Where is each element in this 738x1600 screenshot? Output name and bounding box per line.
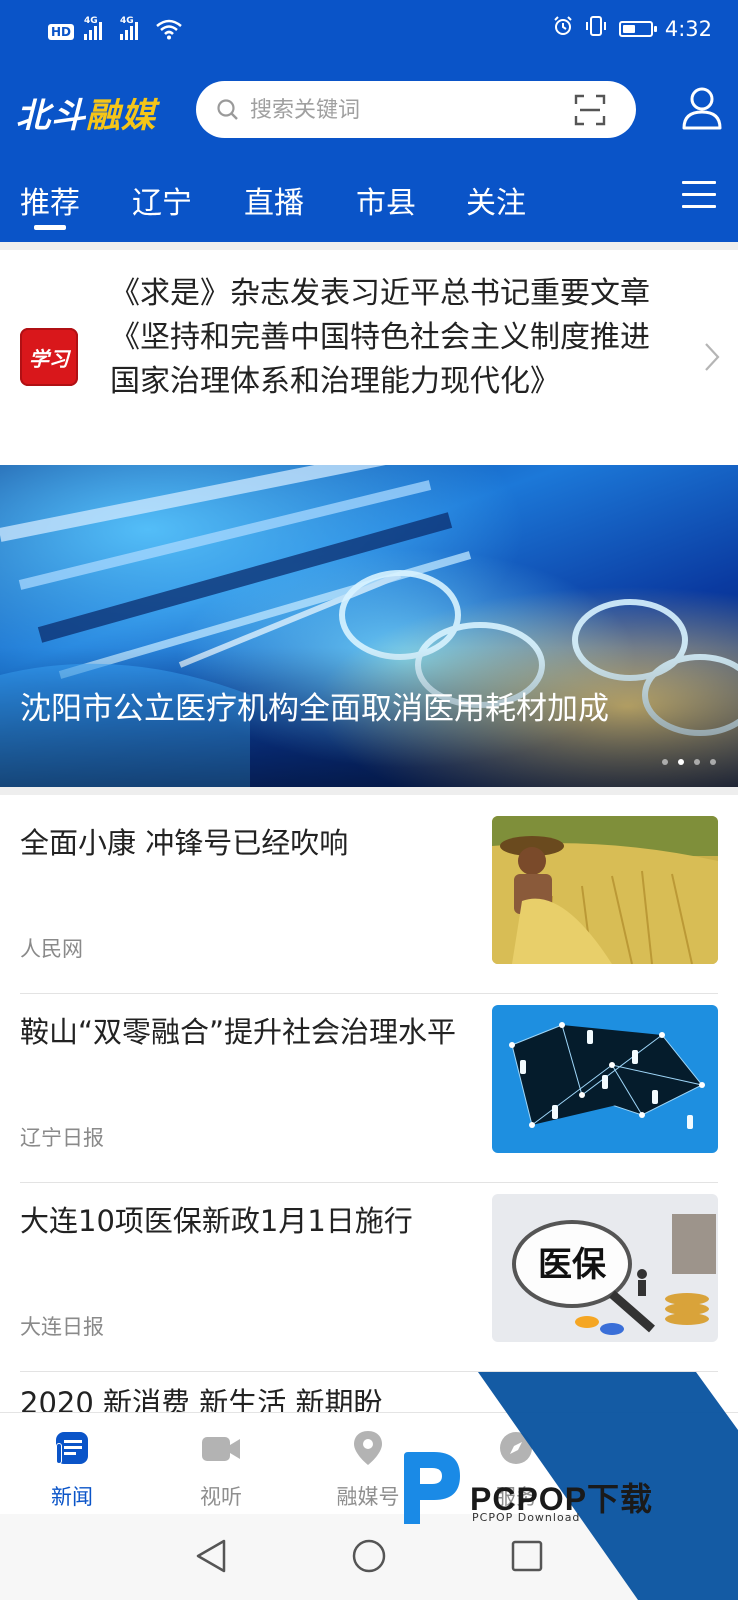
menu-icon[interactable] <box>682 181 716 217</box>
signal-icon: 4G <box>120 16 146 40</box>
battery-icon <box>618 20 657 37</box>
news-title: 鞍山“双零融合”提升社会治理水平 <box>20 1015 457 1049</box>
news-item[interactable]: 大连10项医保新政1月1日施行 大连日报 医保 <box>20 1183 718 1372</box>
watermark-logo-icon <box>404 1452 460 1524</box>
news-source: 人民网 <box>20 937 83 961</box>
tab-live[interactable]: 直播 <box>244 178 304 222</box>
hd-badge: HD <box>48 24 75 40</box>
tab-recommend[interactable]: 推荐 <box>20 178 80 230</box>
headline-banner[interactable]: 沈阳市公立医疗机构全面取消医用耗材加成 <box>0 465 738 787</box>
search-bar[interactable] <box>196 81 636 138</box>
banner-title: 沈阳市公立医疗机构全面取消医用耗材加成 <box>20 691 609 727</box>
carousel-dot <box>662 759 668 765</box>
chevron-right-icon <box>704 342 720 376</box>
signal-icon: 4G <box>84 16 110 40</box>
status-time: 4:32 <box>664 16 712 41</box>
alarm-icon <box>553 16 573 41</box>
svg-text:医保: 医保 <box>538 1245 607 1285</box>
user-profile-icon[interactable] <box>682 86 722 134</box>
tab-liaoning[interactable]: 辽宁 <box>132 178 192 222</box>
location-pin-icon <box>351 1431 385 1471</box>
news-title: 大连10项医保新政1月1日施行 <box>20 1204 413 1238</box>
status-bar: HD 4G 4G 4:32 <box>0 0 738 62</box>
news-item[interactable]: 全面小康 冲锋号已经吹响 人民网 <box>20 805 718 994</box>
news-icon <box>53 1432 91 1471</box>
news-title: 全面小康 冲锋号已经吹响 <box>20 826 349 860</box>
tab-city-county[interactable]: 市县 <box>356 178 416 222</box>
search-icon <box>216 98 240 126</box>
news-source: 大连日报 <box>20 1315 104 1339</box>
news-item[interactable]: 鞍山“双零融合”提升社会治理水平 辽宁日报 <box>20 994 718 1183</box>
news-thumbnail <box>492 816 718 964</box>
carousel-indicator <box>662 759 716 765</box>
watermark-subtext: PCPOP Download <box>472 1511 581 1524</box>
nav-news[interactable]: 新闻 <box>22 1429 122 1511</box>
carousel-dot <box>678 759 684 765</box>
scan-icon[interactable] <box>574 94 606 130</box>
search-input[interactable] <box>248 91 552 130</box>
category-tabs: 推荐 辽宁 直播 市县 关注 <box>0 178 738 242</box>
divider <box>0 787 738 795</box>
tab-follow[interactable]: 关注 <box>466 178 526 222</box>
nav-media[interactable]: 视听 <box>171 1429 271 1511</box>
wifi-icon <box>156 18 182 40</box>
pinned-article-title: 《求是》杂志发表习近平总书记重要文章《坚持和完善中国特色社会主义制度推进国家治理… <box>110 276 650 399</box>
home-icon[interactable] <box>351 1538 387 1578</box>
carousel-dot <box>710 759 716 765</box>
news-thumbnail <box>492 1005 718 1153</box>
news-thumbnail: 医保 <box>492 1194 718 1342</box>
divider <box>0 242 738 250</box>
xuexi-logo: 学习 <box>20 328 78 386</box>
vibrate-icon <box>585 16 607 41</box>
app-header: HD 4G 4G 4:32 北斗融媒 搜索关键词 推荐 辽宁 直播 市县 关注 <box>0 0 738 242</box>
app-logo: 北斗融媒 <box>16 96 156 136</box>
carousel-dot <box>694 759 700 765</box>
back-icon[interactable] <box>194 1538 228 1578</box>
pinned-article[interactable]: 学习 《求是》杂志发表习近平总书记重要文章《坚持和完善中国特色社会主义制度推进国… <box>0 250 738 464</box>
news-source: 辽宁日报 <box>20 1126 104 1150</box>
video-camera-icon <box>200 1437 242 1471</box>
